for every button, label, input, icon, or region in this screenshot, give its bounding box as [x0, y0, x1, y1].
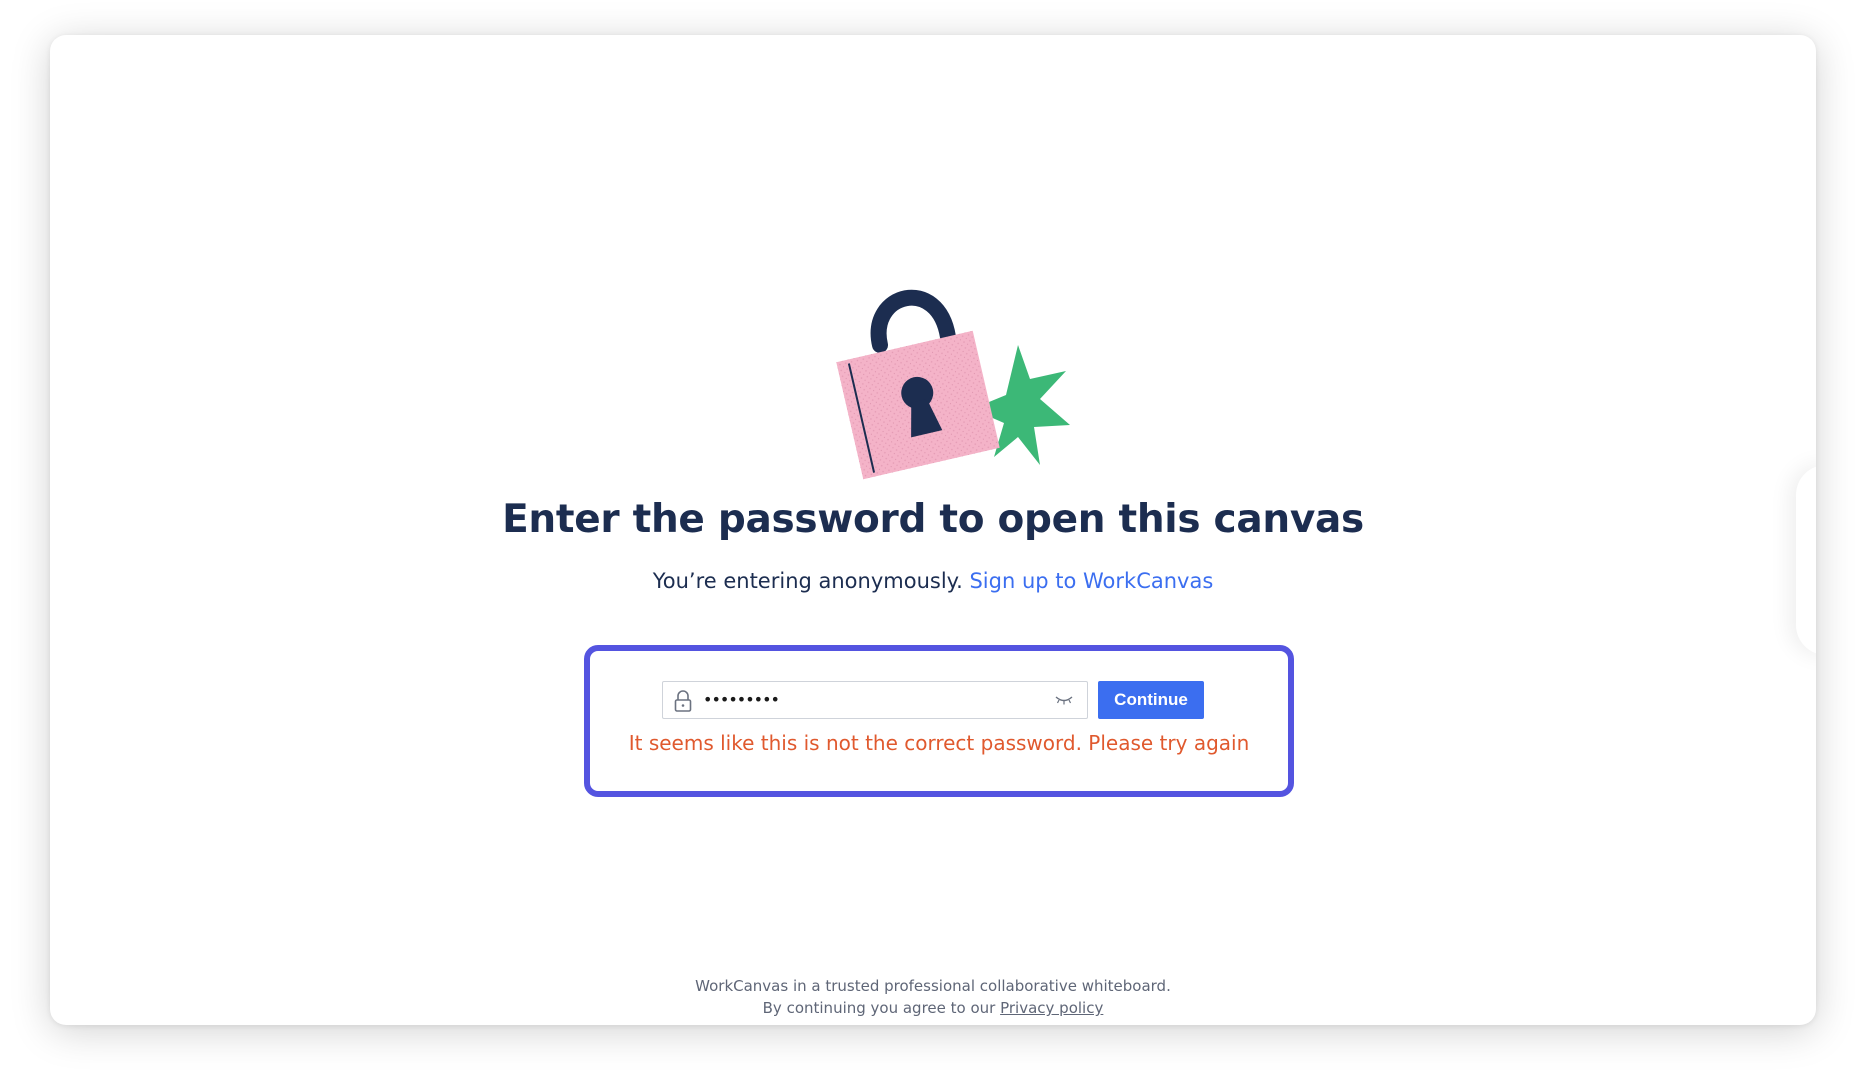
privacy-policy-link[interactable]: Privacy policy	[1000, 999, 1103, 1017]
footer-consent: By continuing you agree to our Privacy p…	[50, 997, 1816, 1019]
eye-closed-icon[interactable]	[1055, 694, 1073, 706]
main-window: Enter the password to open this canvas Y…	[50, 35, 1816, 1025]
page-title: Enter the password to open this canvas	[502, 497, 1364, 542]
side-panel-handle[interactable]	[1796, 465, 1816, 655]
lock-icon	[674, 690, 692, 712]
password-form: ••••••••• Continue It seems like this is…	[584, 645, 1294, 797]
error-message: It seems like this is not the correct pa…	[628, 731, 1250, 755]
subtitle: You’re entering anonymously. Sign up to …	[50, 569, 1816, 593]
padlock-illustration	[836, 289, 1070, 480]
footer-consent-text: By continuing you agree to our	[762, 999, 996, 1017]
signup-link[interactable]: Sign up to WorkCanvas	[969, 569, 1213, 593]
password-value: •••••••••	[703, 690, 780, 709]
continue-button[interactable]: Continue	[1098, 681, 1204, 719]
anonymous-notice: You’re entering anonymously.	[652, 569, 963, 593]
password-field[interactable]: •••••••••	[662, 681, 1088, 719]
footer: WorkCanvas in a trusted professional col…	[50, 975, 1816, 1019]
footer-tagline: WorkCanvas in a trusted professional col…	[695, 977, 1171, 995]
